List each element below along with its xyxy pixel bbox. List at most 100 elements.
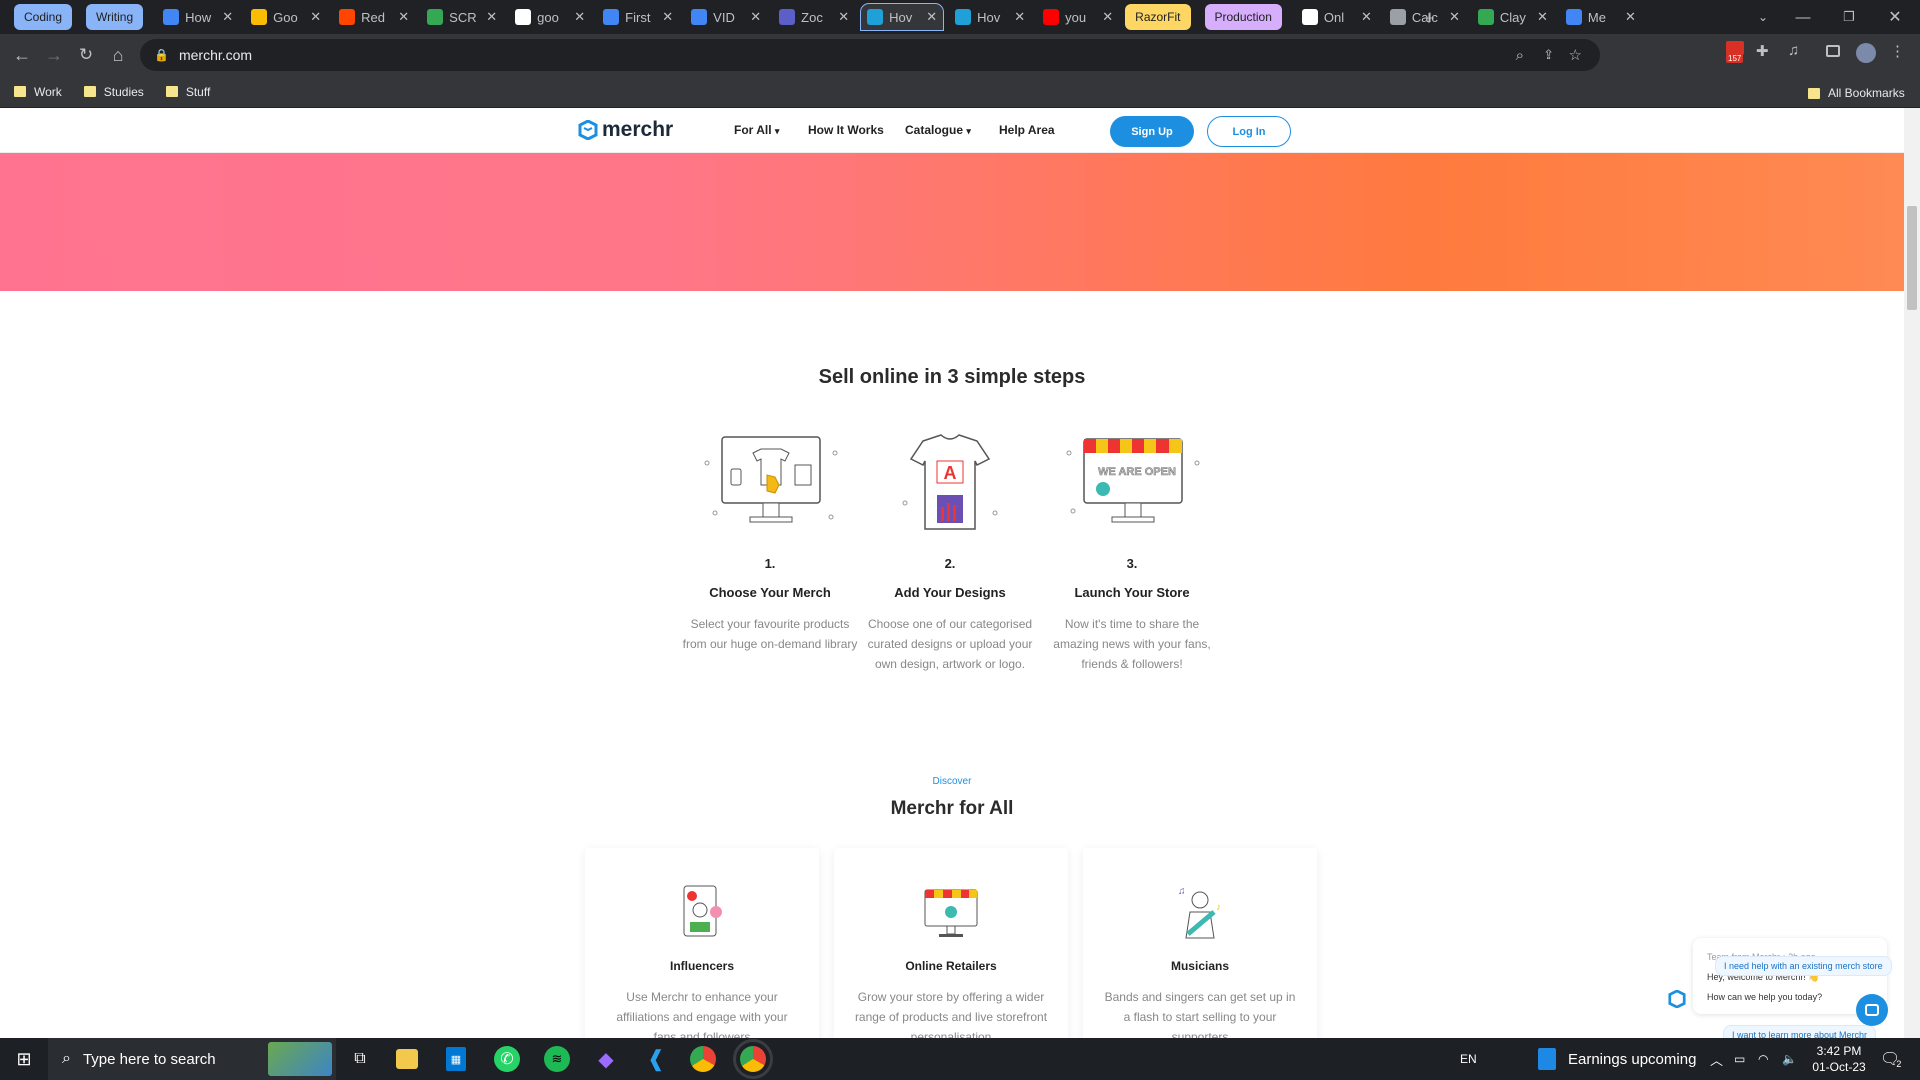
task-view-icon[interactable]: ⧉ (346, 1045, 374, 1073)
browser-tab[interactable]: Red ✕ (333, 4, 415, 30)
maximize-button[interactable]: ❐ (1826, 0, 1872, 34)
language-indicator[interactable]: EN (1460, 1038, 1477, 1080)
card-musicians[interactable]: ♫ ♪ Musicians Bands and singers can get … (1083, 848, 1317, 1038)
close-tab-icon[interactable]: ✕ (1625, 9, 1636, 25)
quick-reply-existing-store[interactable]: I need help with an existing merch store (1715, 956, 1892, 976)
browser-tab[interactable]: Hov ✕ (949, 4, 1031, 30)
url-text: merchr.com (178, 47, 253, 63)
browser-tab-active[interactable]: Hov ✕ (860, 3, 945, 31)
clock-date: 01-Oct-23 (1812, 1060, 1866, 1074)
share-icon[interactable]: ⇪ (1543, 39, 1554, 71)
extensions-puzzle-icon[interactable]: ✚ (1756, 42, 1769, 60)
chrome-active-icon[interactable] (733, 1039, 773, 1079)
browser-tab[interactable]: VID ✕ (685, 4, 767, 30)
sign-up-button[interactable]: Sign Up (1110, 116, 1194, 147)
step-add-designs: A 2. Add Your Designs Choose one of our … (862, 433, 1038, 674)
page-scrollbar[interactable] (1904, 108, 1920, 1038)
calculator-icon[interactable]: ▦ (446, 1047, 466, 1071)
whatsapp-icon[interactable]: ✆ (494, 1046, 520, 1072)
minimize-button[interactable]: — (1780, 0, 1826, 34)
bookmark-folder[interactable]: Work (14, 85, 62, 99)
back-icon[interactable]: ← (6, 39, 38, 71)
close-tab-icon[interactable]: ✕ (574, 9, 585, 25)
browser-tab[interactable]: First ✕ (597, 4, 679, 30)
all-bookmarks[interactable]: All Bookmarks (1808, 86, 1905, 100)
nav-how-it-works[interactable]: How It Works (808, 123, 884, 137)
for-all-heading: Merchr for All (890, 798, 1014, 819)
more-menu-icon[interactable]: ⋮ (1890, 42, 1905, 60)
scrollbar-thumb[interactable] (1907, 206, 1917, 310)
card-influencers[interactable]: Influencers Use Merchr to enhance your a… (585, 848, 819, 1038)
volume-icon[interactable]: 🔈 (1782, 1038, 1797, 1080)
card-online-retailers[interactable]: Online Retailers Grow your store by offe… (834, 848, 1068, 1038)
chrome-icon[interactable] (690, 1046, 716, 1072)
browser-tab[interactable]: you ✕ (1037, 4, 1119, 30)
close-tab-icon[interactable]: ✕ (310, 9, 321, 25)
tab-group-label[interactable]: Writing (86, 4, 144, 30)
profile-avatar[interactable] (1856, 43, 1876, 63)
close-tab-icon[interactable]: ✕ (926, 9, 937, 25)
browser-tab[interactable]: Zoc ✕ (773, 4, 855, 30)
bookmark-folder[interactable]: Stuff (165, 85, 210, 99)
add-tab-button[interactable]: ＋ (1414, 0, 1444, 34)
browser-tab[interactable]: SCR ✕ (421, 4, 503, 30)
home-icon[interactable]: ⌂ (102, 39, 134, 71)
close-tab-icon[interactable]: ✕ (1537, 9, 1548, 25)
browser-tab[interactable]: Clay ✕ (1472, 4, 1554, 30)
obsidian-icon[interactable]: ◆ (592, 1045, 620, 1073)
browser-tab[interactable]: How ✕ (157, 4, 239, 30)
card-title: Online Retailers (905, 959, 997, 973)
close-tab-icon[interactable]: ✕ (662, 9, 673, 25)
browser-tab[interactable]: Me ✕ (1560, 4, 1642, 30)
close-window-button[interactable]: ✕ (1872, 0, 1918, 34)
bookmark-folder[interactable]: Studies (83, 85, 144, 99)
browser-tab[interactable]: Goo ✕ (245, 4, 327, 30)
vscode-icon[interactable]: ❰ (642, 1045, 670, 1073)
step-number: 1. (764, 556, 776, 571)
tab-group-label[interactable]: Coding (14, 4, 73, 30)
zoom-icon[interactable]: ⌕ (1516, 39, 1524, 71)
close-tab-icon[interactable]: ✕ (838, 9, 849, 25)
close-tab-icon[interactable]: ✕ (1102, 9, 1113, 25)
media-control-icon[interactable]: ♫ (1788, 42, 1799, 59)
tray-chevron-icon[interactable]: ︿ (1710, 1038, 1723, 1080)
close-tab-icon[interactable]: ✕ (222, 9, 233, 25)
browser-tab[interactable]: goo ✕ (509, 4, 591, 30)
log-in-button[interactable]: Log In (1207, 116, 1291, 147)
notification-icon[interactable]: 🗨 2 (1880, 1038, 1901, 1080)
hero-banner (0, 153, 1904, 291)
tab-group-label[interactable]: Production (1204, 4, 1282, 30)
step-description: Now it's time to share the amazing news … (1053, 617, 1211, 671)
wifi-icon[interactable]: ◠ (1758, 1038, 1768, 1080)
forward-icon[interactable]: → (38, 39, 70, 71)
windows-start-icon[interactable]: ⊞ (10, 1045, 38, 1073)
clock[interactable]: 3:42 PM 01-Oct-23 (1804, 1038, 1874, 1080)
nav-help-area[interactable]: Help Area (999, 123, 1055, 137)
nav-catalogue[interactable]: Catalogue ▾ (905, 123, 971, 137)
close-tab-icon[interactable]: ✕ (1361, 9, 1372, 25)
favicon-icon (163, 9, 180, 25)
close-tab-icon[interactable]: ✕ (1449, 9, 1460, 25)
file-explorer-icon[interactable] (396, 1049, 418, 1069)
extension-icon[interactable]: 157 (1726, 40, 1748, 66)
quick-reply-learn-more[interactable]: I want to learn more about Merchr (1722, 1025, 1876, 1038)
close-tab-icon[interactable]: ✕ (398, 9, 409, 25)
battery-icon[interactable]: ▭ (1734, 1038, 1745, 1080)
tab-group-label[interactable]: RazorFit (1125, 4, 1191, 30)
favicon-icon (955, 9, 972, 25)
chat-launcher-button[interactable] (1856, 994, 1888, 1026)
bookmark-star-icon[interactable]: ☆ (1569, 39, 1582, 71)
nav-for-all[interactable]: For All ▾ (734, 123, 779, 137)
address-bar[interactable]: 🔒 merchr.com ⌕ ⇪ ☆ (140, 39, 1600, 71)
close-tab-icon[interactable]: ✕ (1014, 9, 1025, 25)
reload-icon[interactable]: ↻ (70, 39, 102, 71)
side-panel-icon[interactable] (1826, 45, 1840, 57)
close-tab-icon[interactable]: ✕ (750, 9, 761, 25)
close-tab-icon[interactable]: ✕ (486, 9, 497, 25)
news-widget[interactable]: Earnings upcoming (1538, 1038, 1696, 1080)
spotify-icon[interactable]: ≋ (544, 1046, 570, 1072)
tab-title: Hov (977, 9, 1001, 25)
merchr-logo[interactable]: merchr (578, 118, 673, 142)
browser-tab[interactable]: Onl ✕ (1296, 4, 1378, 30)
taskbar-search[interactable]: ⌕ Type here to search (48, 1038, 336, 1080)
